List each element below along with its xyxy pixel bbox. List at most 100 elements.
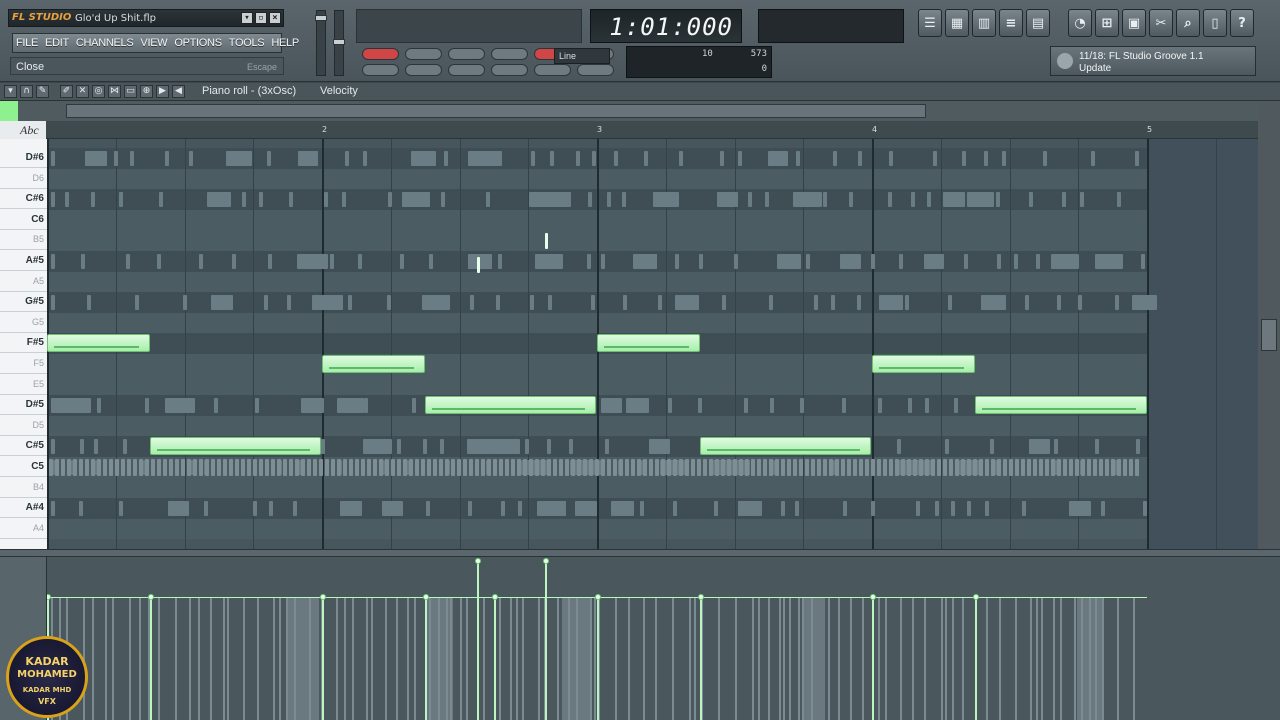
velocity-handle[interactable] <box>148 594 154 600</box>
velocity-stem[interactable] <box>545 561 547 720</box>
piano-key[interactable]: E5 <box>0 375 47 395</box>
minimize-icon[interactable]: ▾ <box>241 12 253 24</box>
note[interactable] <box>700 437 871 456</box>
menu-channels[interactable]: CHANNELS <box>76 37 134 49</box>
restore-icon[interactable]: ▫ <box>255 12 267 24</box>
timeline-ruler[interactable]: Abc 2 3 4 5 <box>0 121 1262 139</box>
velocity-handle[interactable] <box>475 558 481 564</box>
note[interactable] <box>150 437 321 456</box>
options-menu-icon[interactable]: ▾ <box>4 85 17 98</box>
velocity-stem[interactable] <box>975 597 977 720</box>
piano-key[interactable]: C#6 <box>0 189 47 210</box>
velocity-handle[interactable] <box>492 594 498 600</box>
vertical-scrollbar[interactable] <box>1258 103 1280 549</box>
piano-key[interactable]: B5 <box>0 230 47 251</box>
note-grid[interactable] <box>47 139 1258 549</box>
vertical-scroll-thumb[interactable] <box>1261 319 1277 351</box>
note[interactable] <box>872 355 975 373</box>
speaker-icon[interactable]: ◀ <box>172 85 185 98</box>
menu-view[interactable]: VIEW <box>140 37 167 49</box>
velocity-stem[interactable] <box>597 597 599 720</box>
menu-options[interactable]: OPTIONS <box>174 37 222 49</box>
velocity-stem[interactable] <box>872 597 874 720</box>
piano-key[interactable]: G5 <box>0 313 47 333</box>
velocity-handle[interactable] <box>698 594 704 600</box>
menu-help[interactable]: HELP <box>271 37 299 49</box>
note[interactable] <box>597 334 700 353</box>
piano-key[interactable]: G#5 <box>0 292 47 313</box>
selected-note-marker[interactable] <box>477 257 480 273</box>
help-icon[interactable]: ? <box>1230 9 1254 37</box>
pencil-icon[interactable]: ✎ <box>36 85 49 98</box>
piano-key[interactable]: A#5 <box>0 251 47 271</box>
velocity-stem[interactable] <box>700 597 702 720</box>
piano-key[interactable]: D5 <box>0 416 47 436</box>
velocity-stem[interactable] <box>425 597 427 720</box>
master-pitch-slider[interactable] <box>333 10 345 76</box>
tempo-icon[interactable]: ◔ <box>1068 9 1092 37</box>
zoom-icon[interactable]: ⊕ <box>140 85 153 98</box>
tool-button[interactable] <box>577 64 614 76</box>
velocity-handle[interactable] <box>543 558 549 564</box>
menu-edit[interactable]: EDIT <box>45 37 69 49</box>
cut-icon[interactable]: ✂ <box>1149 9 1173 37</box>
select-icon[interactable]: ▭ <box>124 85 137 98</box>
piano-keyboard[interactable]: D#6 D6 C#6 C6 B5 A#5 A5 G#5 G5 F#5 F5 E5 D#5 D5 C#5 C5 B… <box>0 139 47 549</box>
velocity-area[interactable] <box>47 557 1258 720</box>
piano-key[interactable]: F#5 <box>0 333 47 354</box>
velocity-handle[interactable] <box>423 594 429 600</box>
document-icon[interactable]: ▯ <box>1203 9 1227 37</box>
punch-button[interactable] <box>405 64 442 76</box>
step-edit-button[interactable] <box>491 48 528 60</box>
menu-file[interactable]: FILE <box>16 37 38 49</box>
close-icon[interactable]: × <box>269 12 281 24</box>
paint-icon[interactable]: ✐ <box>60 85 73 98</box>
news-panel[interactable]: 11/18: FL Studio Groove 1.1 Update <box>1050 46 1256 76</box>
piano-key[interactable]: C6 <box>0 210 47 230</box>
piano-key[interactable]: A4 <box>0 519 47 539</box>
master-volume-slider[interactable] <box>315 10 327 76</box>
velocity-stem[interactable] <box>494 597 496 720</box>
piano-key[interactable]: B4 <box>0 478 47 498</box>
note[interactable] <box>425 396 596 415</box>
horizontal-scrollbar[interactable] <box>66 104 926 118</box>
velocity-handle[interactable] <box>870 594 876 600</box>
lane-divider[interactable] <box>0 549 1280 557</box>
note[interactable] <box>975 396 1147 415</box>
piano-key[interactable]: F5 <box>0 354 47 374</box>
browser-icon[interactable]: ≡ <box>999 9 1023 37</box>
velocity-handle[interactable] <box>595 594 601 600</box>
piano-key[interactable]: D6 <box>0 169 47 189</box>
search-icon[interactable]: ⌕ <box>1176 9 1200 37</box>
event-lane-select[interactable]: Velocity <box>320 85 358 97</box>
mixer-icon[interactable]: ▤ <box>1026 9 1050 37</box>
slice-icon[interactable]: ⋈ <box>108 85 121 98</box>
velocity-lane[interactable] <box>0 557 1280 720</box>
snap-select[interactable]: Line <box>554 48 610 64</box>
velocity-handle[interactable] <box>320 594 326 600</box>
velocity-stem[interactable] <box>150 597 152 720</box>
mute-icon[interactable]: ◎ <box>92 85 105 98</box>
metronome-button[interactable] <box>405 48 442 60</box>
velocity-stem[interactable] <box>477 561 479 720</box>
note[interactable] <box>322 355 425 373</box>
selected-note-marker[interactable] <box>545 233 548 249</box>
piano-key[interactable]: A#4 <box>0 498 47 519</box>
step-sequencer-icon[interactable]: ▦ <box>945 9 969 37</box>
menu-tools[interactable]: TOOLS <box>229 37 265 49</box>
velocity-stem[interactable] <box>322 597 324 720</box>
pattern-mode-button[interactable] <box>491 64 528 76</box>
piano-key[interactable]: C5 <box>0 457 47 477</box>
velocity-handle[interactable] <box>973 594 979 600</box>
playlist-icon[interactable]: ☰ <box>918 9 942 37</box>
piano-key[interactable]: A5 <box>0 272 47 292</box>
piano-key[interactable]: C#5 <box>0 436 47 457</box>
wait-button[interactable] <box>362 64 399 76</box>
typing-keyboard-button[interactable] <box>448 64 485 76</box>
piano-roll-title[interactable]: Piano roll - (3xOsc) <box>202 85 296 97</box>
save-icon[interactable]: ▣ <box>1122 9 1146 37</box>
note[interactable] <box>47 334 150 353</box>
piano-key[interactable]: D#6 <box>0 148 47 168</box>
record-button[interactable] <box>362 48 399 60</box>
playback-icon[interactable]: ▶ <box>156 85 169 98</box>
